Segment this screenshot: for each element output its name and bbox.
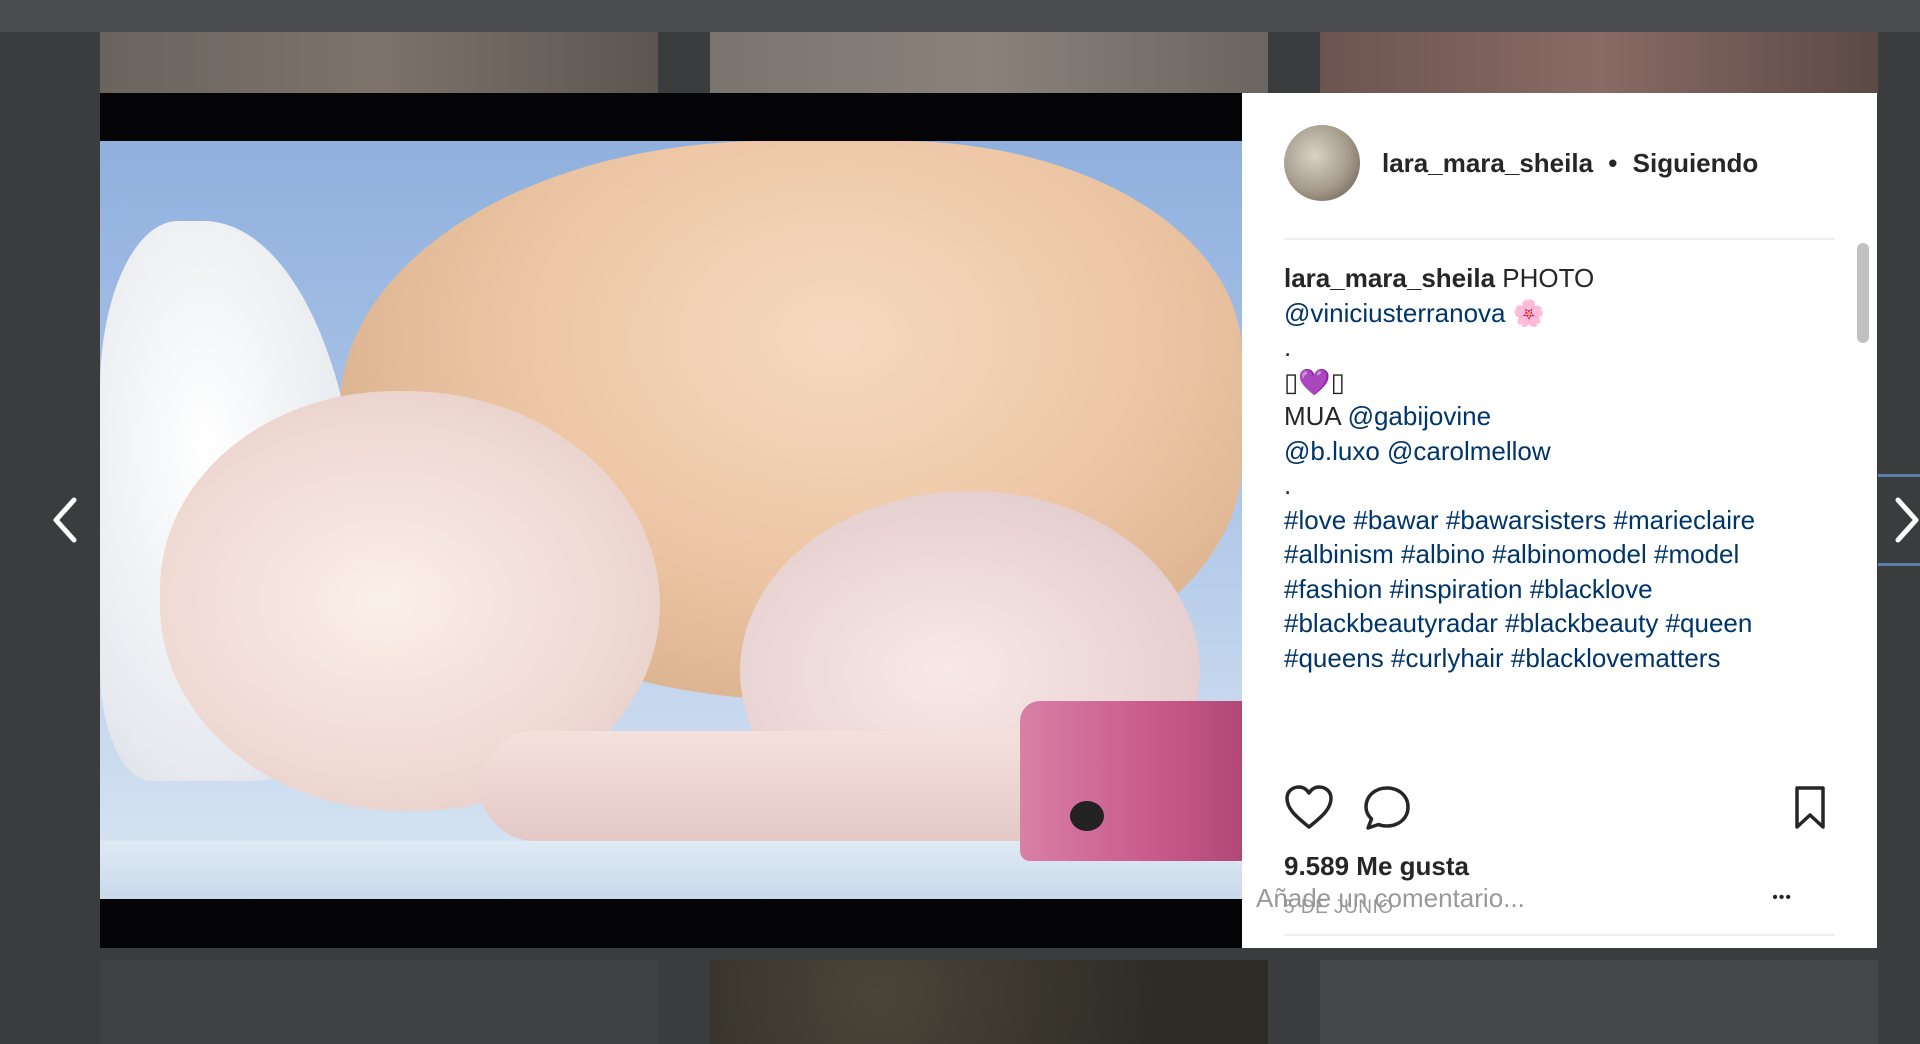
divider [1284, 934, 1835, 936]
caption-dot: . [1284, 332, 1292, 362]
hashtag-line[interactable]: #fashion #inspiration #blacklove [1284, 572, 1824, 607]
grid-thumbnail[interactable] [710, 960, 1268, 1044]
post-author-line: lara_mara_sheila • Siguiendo [1382, 148, 1758, 179]
post-actions [1284, 783, 1835, 833]
comment-input[interactable] [1256, 882, 1696, 914]
grid-thumbnail[interactable] [1320, 960, 1878, 1044]
instagram-post-lightbox: lara_mara_sheila • Siguiendo lara_mara_s… [0, 0, 1920, 1044]
photo-region [1070, 801, 1104, 831]
mention-link[interactable]: @gabijovine [1348, 401, 1491, 431]
previous-post-button[interactable] [40, 490, 88, 550]
caption-line: lara_mara_sheila PHOTO [1284, 261, 1824, 296]
hashtag-line[interactable]: #queens #curlyhair #blacklovematters [1284, 641, 1824, 676]
mention-link[interactable]: @carolmellow [1387, 436, 1551, 466]
save-button[interactable] [1785, 783, 1835, 833]
caption-dot: . [1284, 470, 1292, 500]
caption-line: @b.luxo @carolmellow [1284, 434, 1824, 469]
top-nav-bar [0, 0, 1920, 32]
like-button[interactable] [1284, 783, 1334, 833]
caption-text: MUA [1284, 401, 1341, 431]
hashtag-line[interactable]: #love #bawar #bawarsisters #marieclaire [1284, 503, 1824, 538]
avatar[interactable] [1284, 125, 1360, 201]
grid-thumbnail[interactable] [1320, 32, 1878, 94]
caption-line: @viniciusterranova 🌸 [1284, 296, 1824, 331]
comment-icon [1364, 786, 1410, 830]
caption-emoji-line: ▯💜▯ [1284, 366, 1345, 397]
mention-link[interactable]: @viniciusterranova [1284, 298, 1505, 328]
hashtag-line[interactable]: #albinism #albino #albinomodel #model [1284, 537, 1824, 572]
caption-author-link[interactable]: lara_mara_sheila [1284, 263, 1495, 293]
next-post-button[interactable] [1884, 490, 1920, 550]
post-modal: lara_mara_sheila • Siguiendo lara_mara_s… [100, 93, 1877, 948]
post-sidebar: lara_mara_sheila • Siguiendo lara_mara_s… [1242, 93, 1877, 948]
chevron-left-icon [53, 497, 77, 543]
caption-line: MUA @gabijovine [1284, 399, 1824, 434]
chevron-right-icon [1895, 497, 1919, 543]
caption-scrollbar[interactable] [1855, 243, 1869, 765]
grid-thumbnail[interactable] [100, 32, 658, 94]
photo-region [1020, 701, 1242, 861]
grid-thumbnail[interactable] [100, 960, 658, 1044]
scrollbar-thumb[interactable] [1857, 243, 1869, 343]
caption-text: PHOTO [1502, 263, 1595, 293]
comment-button[interactable] [1362, 783, 1412, 833]
more-options-button[interactable]: ••• [1772, 889, 1792, 907]
hashtag-line[interactable]: #blackbeautyradar #blackbeauty #queen [1284, 606, 1824, 641]
divider [1284, 238, 1835, 240]
comment-row: ••• [1256, 876, 1792, 920]
post-header: lara_mara_sheila • Siguiendo [1284, 123, 1837, 203]
grid-thumbnail[interactable] [710, 32, 1268, 94]
follow-status-button[interactable]: Siguiendo [1633, 148, 1759, 178]
photo-region [480, 731, 1080, 841]
heart-icon [1285, 785, 1333, 829]
separator-dot: • [1608, 147, 1618, 178]
post-media [100, 93, 1242, 948]
post-caption: lara_mara_sheila PHOTO @viniciusterranov… [1284, 261, 1824, 761]
flower-emoji: 🌸 [1512, 297, 1546, 328]
mention-link[interactable]: @b.luxo [1284, 436, 1380, 466]
post-photo[interactable] [100, 141, 1242, 899]
username-link[interactable]: lara_mara_sheila [1382, 148, 1593, 178]
bookmark-icon [1795, 786, 1825, 829]
